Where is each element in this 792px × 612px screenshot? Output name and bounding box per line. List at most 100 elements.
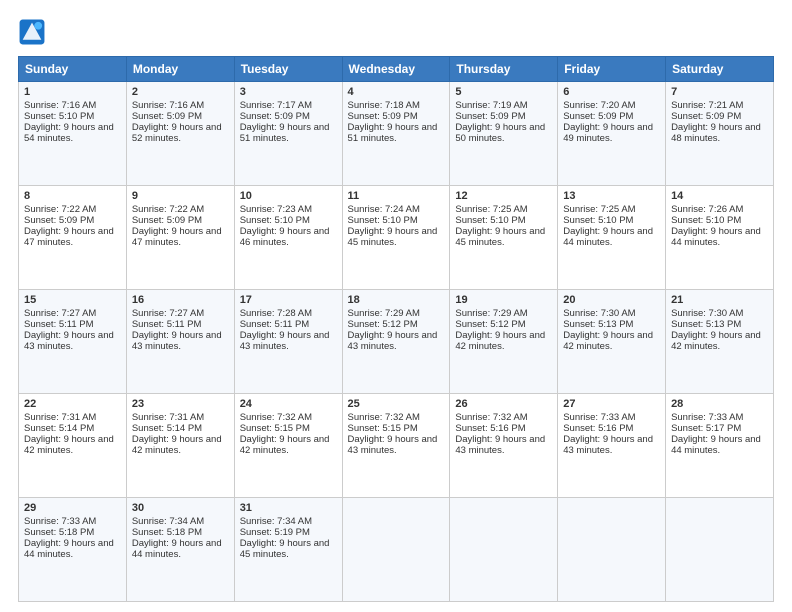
sunset-label: Sunset: 5:16 PM — [563, 423, 633, 434]
daylight-label: Daylight: 9 hours and 45 minutes. — [348, 226, 438, 248]
day-cell: 24Sunrise: 7:32 AMSunset: 5:15 PMDayligh… — [234, 394, 342, 498]
day-cell: 5Sunrise: 7:19 AMSunset: 5:09 PMDaylight… — [450, 82, 558, 186]
daylight-label: Daylight: 9 hours and 51 minutes. — [240, 122, 330, 144]
day-cell: 2Sunrise: 7:16 AMSunset: 5:09 PMDaylight… — [126, 82, 234, 186]
day-cell — [558, 498, 666, 602]
col-sunday: Sunday — [19, 57, 127, 82]
day-cell: 1Sunrise: 7:16 AMSunset: 5:10 PMDaylight… — [19, 82, 127, 186]
day-cell: 31Sunrise: 7:34 AMSunset: 5:19 PMDayligh… — [234, 498, 342, 602]
week-row-4: 22Sunrise: 7:31 AMSunset: 5:14 PMDayligh… — [19, 394, 774, 498]
header — [18, 18, 774, 46]
sunrise-label: Sunrise: 7:31 AM — [24, 412, 96, 423]
daylight-label: Daylight: 9 hours and 48 minutes. — [671, 122, 761, 144]
sunset-label: Sunset: 5:14 PM — [24, 423, 94, 434]
daylight-label: Daylight: 9 hours and 43 minutes. — [348, 330, 438, 352]
daylight-label: Daylight: 9 hours and 52 minutes. — [132, 122, 222, 144]
daylight-label: Daylight: 9 hours and 44 minutes. — [563, 226, 653, 248]
day-number: 8 — [24, 190, 121, 202]
daylight-label: Daylight: 9 hours and 43 minutes. — [455, 434, 545, 456]
sunrise-label: Sunrise: 7:33 AM — [24, 516, 96, 527]
sunset-label: Sunset: 5:10 PM — [563, 215, 633, 226]
sunset-label: Sunset: 5:11 PM — [240, 319, 310, 330]
day-cell — [450, 498, 558, 602]
sunset-label: Sunset: 5:09 PM — [563, 111, 633, 122]
day-cell: 21Sunrise: 7:30 AMSunset: 5:13 PMDayligh… — [666, 290, 774, 394]
sunrise-label: Sunrise: 7:27 AM — [24, 308, 96, 319]
day-number: 21 — [671, 294, 768, 306]
sunrise-label: Sunrise: 7:32 AM — [240, 412, 312, 423]
daylight-label: Daylight: 9 hours and 43 minutes. — [240, 330, 330, 352]
day-number: 15 — [24, 294, 121, 306]
day-cell: 4Sunrise: 7:18 AMSunset: 5:09 PMDaylight… — [342, 82, 450, 186]
day-number: 16 — [132, 294, 229, 306]
header-row: SundayMondayTuesdayWednesdayThursdayFrid… — [19, 57, 774, 82]
col-monday: Monday — [126, 57, 234, 82]
day-cell: 22Sunrise: 7:31 AMSunset: 5:14 PMDayligh… — [19, 394, 127, 498]
sunset-label: Sunset: 5:17 PM — [671, 423, 741, 434]
sunrise-label: Sunrise: 7:22 AM — [132, 204, 204, 215]
daylight-label: Daylight: 9 hours and 47 minutes. — [24, 226, 114, 248]
day-cell: 25Sunrise: 7:32 AMSunset: 5:15 PMDayligh… — [342, 394, 450, 498]
day-number: 20 — [563, 294, 660, 306]
sunset-label: Sunset: 5:09 PM — [455, 111, 525, 122]
sunrise-label: Sunrise: 7:32 AM — [348, 412, 420, 423]
sunset-label: Sunset: 5:09 PM — [671, 111, 741, 122]
day-cell: 28Sunrise: 7:33 AMSunset: 5:17 PMDayligh… — [666, 394, 774, 498]
day-number: 30 — [132, 502, 229, 514]
day-number: 29 — [24, 502, 121, 514]
daylight-label: Daylight: 9 hours and 43 minutes. — [563, 434, 653, 456]
logo — [18, 18, 50, 46]
day-number: 19 — [455, 294, 552, 306]
day-cell: 9Sunrise: 7:22 AMSunset: 5:09 PMDaylight… — [126, 186, 234, 290]
daylight-label: Daylight: 9 hours and 42 minutes. — [671, 330, 761, 352]
day-number: 23 — [132, 398, 229, 410]
day-number: 11 — [348, 190, 445, 202]
sunset-label: Sunset: 5:09 PM — [24, 215, 94, 226]
sunset-label: Sunset: 5:13 PM — [563, 319, 633, 330]
daylight-label: Daylight: 9 hours and 42 minutes. — [563, 330, 653, 352]
sunrise-label: Sunrise: 7:30 AM — [563, 308, 635, 319]
day-number: 10 — [240, 190, 337, 202]
day-number: 7 — [671, 86, 768, 98]
day-cell — [342, 498, 450, 602]
day-number: 26 — [455, 398, 552, 410]
sunrise-label: Sunrise: 7:27 AM — [132, 308, 204, 319]
sunset-label: Sunset: 5:11 PM — [24, 319, 94, 330]
sunset-label: Sunset: 5:12 PM — [348, 319, 418, 330]
daylight-label: Daylight: 9 hours and 45 minutes. — [455, 226, 545, 248]
sunset-label: Sunset: 5:13 PM — [671, 319, 741, 330]
day-cell: 30Sunrise: 7:34 AMSunset: 5:18 PMDayligh… — [126, 498, 234, 602]
day-cell: 26Sunrise: 7:32 AMSunset: 5:16 PMDayligh… — [450, 394, 558, 498]
sunset-label: Sunset: 5:15 PM — [240, 423, 310, 434]
sunrise-label: Sunrise: 7:25 AM — [455, 204, 527, 215]
day-cell: 16Sunrise: 7:27 AMSunset: 5:11 PMDayligh… — [126, 290, 234, 394]
sunset-label: Sunset: 5:09 PM — [132, 111, 202, 122]
daylight-label: Daylight: 9 hours and 47 minutes. — [132, 226, 222, 248]
daylight-label: Daylight: 9 hours and 44 minutes. — [24, 538, 114, 560]
sunrise-label: Sunrise: 7:32 AM — [455, 412, 527, 423]
daylight-label: Daylight: 9 hours and 43 minutes. — [348, 434, 438, 456]
daylight-label: Daylight: 9 hours and 46 minutes. — [240, 226, 330, 248]
daylight-label: Daylight: 9 hours and 54 minutes. — [24, 122, 114, 144]
sunset-label: Sunset: 5:10 PM — [671, 215, 741, 226]
sunrise-label: Sunrise: 7:17 AM — [240, 100, 312, 111]
day-cell: 18Sunrise: 7:29 AMSunset: 5:12 PMDayligh… — [342, 290, 450, 394]
day-cell: 10Sunrise: 7:23 AMSunset: 5:10 PMDayligh… — [234, 186, 342, 290]
week-row-5: 29Sunrise: 7:33 AMSunset: 5:18 PMDayligh… — [19, 498, 774, 602]
sunset-label: Sunset: 5:10 PM — [348, 215, 418, 226]
sunrise-label: Sunrise: 7:22 AM — [24, 204, 96, 215]
day-number: 18 — [348, 294, 445, 306]
sunset-label: Sunset: 5:15 PM — [348, 423, 418, 434]
sunset-label: Sunset: 5:09 PM — [348, 111, 418, 122]
day-number: 12 — [455, 190, 552, 202]
daylight-label: Daylight: 9 hours and 49 minutes. — [563, 122, 653, 144]
day-cell: 3Sunrise: 7:17 AMSunset: 5:09 PMDaylight… — [234, 82, 342, 186]
sunrise-label: Sunrise: 7:25 AM — [563, 204, 635, 215]
day-number: 14 — [671, 190, 768, 202]
sunrise-label: Sunrise: 7:33 AM — [563, 412, 635, 423]
day-number: 24 — [240, 398, 337, 410]
day-cell: 15Sunrise: 7:27 AMSunset: 5:11 PMDayligh… — [19, 290, 127, 394]
sunrise-label: Sunrise: 7:28 AM — [240, 308, 312, 319]
sunrise-label: Sunrise: 7:34 AM — [240, 516, 312, 527]
daylight-label: Daylight: 9 hours and 42 minutes. — [455, 330, 545, 352]
